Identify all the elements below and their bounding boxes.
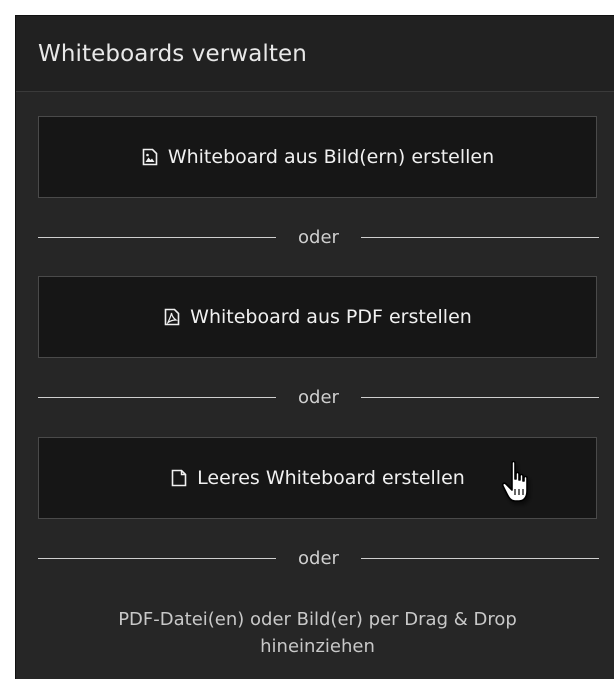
pdf-file-icon [163,307,181,327]
or-divider-2: oder [38,382,600,412]
or-divider-1: oder [38,222,600,252]
create-empty-whiteboard-label: Leeres Whiteboard erstellen [197,467,465,489]
blank-file-icon [170,468,188,488]
panel-header: Whiteboards verwalten [16,16,614,92]
or-divider-3: oder [38,543,600,573]
or-label: oder [298,547,339,569]
create-from-pdf-button[interactable]: Whiteboard aus PDF erstellen [38,276,597,358]
or-label: oder [298,226,339,248]
or-label: oder [298,386,339,408]
drag-drop-hint-line2: hineinziehen [260,636,375,657]
divider-line [360,396,600,398]
drag-drop-hint-line1: PDF-Datei(en) oder Bild(er) per Drag & D… [118,609,517,630]
create-from-image-button[interactable]: Whiteboard aus Bild(ern) erstellen [38,116,597,198]
drag-drop-hint[interactable]: PDF-Datei(en) oder Bild(er) per Drag & D… [38,606,597,660]
image-file-icon [141,147,159,167]
divider-line [360,236,600,238]
divider-line [38,557,277,559]
divider-line [38,396,277,398]
divider-line [38,236,277,238]
create-empty-whiteboard-button[interactable]: Leeres Whiteboard erstellen [38,437,597,519]
panel-title: Whiteboards verwalten [38,40,307,67]
divider-line [360,557,600,559]
create-from-image-label: Whiteboard aus Bild(ern) erstellen [167,146,495,168]
create-from-pdf-label: Whiteboard aus PDF erstellen [190,306,472,328]
whiteboard-manager-panel: Whiteboards verwalten Whiteboard aus Bil… [15,15,614,679]
